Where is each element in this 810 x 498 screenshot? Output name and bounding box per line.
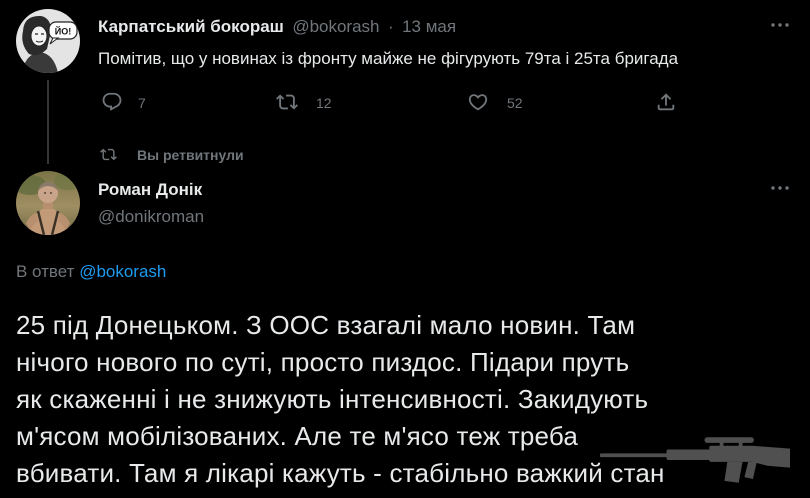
photo-avatar-image — [16, 171, 80, 235]
main-author-name[interactable]: Роман Донік — [98, 180, 202, 199]
reply-count: 7 — [138, 95, 146, 111]
reply-context: В ответ @bokorash — [16, 262, 166, 282]
reply-to-link[interactable]: @bokorash — [79, 262, 166, 281]
more-icon — [771, 186, 789, 190]
retweet-button[interactable]: 12 — [276, 91, 346, 115]
parent-tweet-header: Карпатський бокораш @bokorash · 13 мая — [98, 17, 456, 38]
share-icon — [657, 93, 675, 111]
header-separator: · — [387, 17, 394, 36]
reply-icon — [102, 92, 122, 111]
parent-author-avatar[interactable]: ЙО! — [16, 9, 80, 73]
tweet-text-line: нічого нового по суті, просто пиздос. Пі… — [16, 347, 630, 377]
tweet-text-line: 25 під Донецьком. З ООС взагалі мало нов… — [16, 310, 636, 340]
main-tweet-header: Роман Донік — [98, 180, 202, 201]
parent-tweet-text: Помітив, що у новинах із фронту майже не… — [98, 49, 679, 68]
retweet-icon — [276, 94, 298, 110]
parent-author-handle[interactable]: @bokorash — [292, 17, 379, 36]
retweet-count: 12 — [316, 95, 332, 111]
parent-more-button[interactable] — [768, 13, 792, 37]
like-button[interactable]: 52 — [467, 91, 537, 115]
heart-icon — [468, 94, 488, 111]
reply-button[interactable]: 7 — [101, 91, 161, 115]
parent-author-name[interactable]: Карпатський бокораш — [98, 17, 284, 36]
tweet-text-line: як скаженні і не знижують інтенсивності.… — [16, 384, 649, 414]
parent-tweet-time[interactable]: 13 мая — [402, 17, 456, 36]
main-more-button[interactable] — [768, 176, 792, 200]
main-tweet-text: 25 під Донецьком. З ООС взагалі мало нов… — [16, 307, 806, 492]
share-button[interactable] — [655, 91, 679, 115]
social-context-label: Вы ретвитнули — [137, 147, 244, 163]
tweet-text-line: вбивати. Там я лікарі кажуть - стабільно… — [16, 458, 665, 488]
reply-context-prefix: В ответ — [16, 262, 75, 281]
main-author-avatar[interactable] — [16, 171, 80, 235]
tweet-text-line: м'ясом мобілізованих. Але те м'ясо теж т… — [16, 421, 578, 451]
more-icon — [771, 23, 789, 27]
tweet-thread-page: ЙО! Карпатський бокораш @bokorash · 13 м… — [0, 0, 810, 498]
cartoon-avatar-image: ЙО! — [16, 9, 80, 73]
like-count: 52 — [507, 95, 523, 111]
retweet-icon — [100, 148, 117, 161]
main-author-handle-row: @donikroman — [98, 207, 204, 228]
main-author-handle[interactable]: @donikroman — [98, 207, 204, 226]
social-context: Вы ретвитнули — [100, 146, 280, 164]
thread-connector-line — [47, 80, 49, 164]
avatar-bubble-text: ЙО! — [55, 26, 71, 37]
